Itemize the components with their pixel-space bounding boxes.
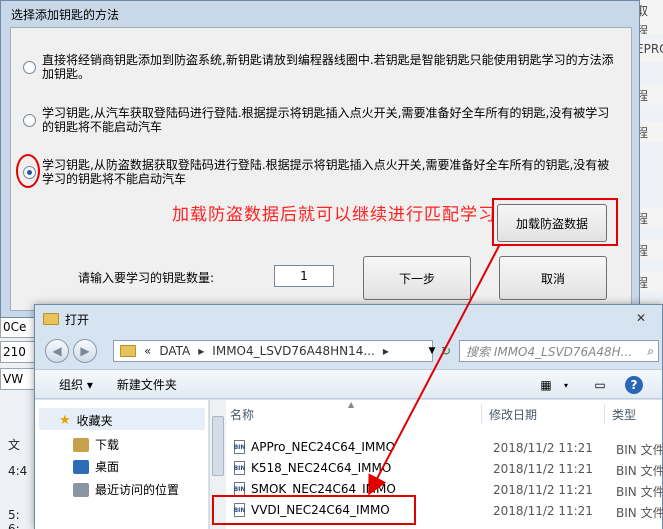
sort-arrow-icon: ▲ bbox=[348, 400, 355, 409]
load-button-highlight bbox=[492, 198, 618, 246]
file-type: BIN 文件 bbox=[616, 506, 663, 520]
radio-button[interactable] bbox=[23, 61, 36, 74]
search-input[interactable]: 搜索 IMMO4_LSVD76A48H... ⌕ bbox=[459, 340, 659, 362]
star-icon: ★ bbox=[59, 413, 71, 428]
option-label: 学习钥匙,从汽车获取登陆码进行登陆.根据提示将钥匙插入点火开关,需要准备好全车所… bbox=[42, 106, 610, 134]
nav-label: 下载 bbox=[95, 438, 120, 452]
annotation-text: 加载防盗数据后就可以继续进行匹配学习 bbox=[172, 205, 496, 225]
nav-downloads[interactable]: 下载 bbox=[73, 436, 119, 453]
scrollbar-thumb[interactable] bbox=[212, 416, 224, 476]
quantity-label: 请输入要学习的钥匙数量: bbox=[78, 271, 215, 285]
file-type: BIN 文件 bbox=[616, 485, 663, 499]
nav-recent[interactable]: 最近访问的位置 bbox=[73, 481, 179, 498]
file-type: BIN 文件 bbox=[616, 464, 663, 478]
help-icon: ? bbox=[625, 376, 643, 394]
bg-text: 5: bbox=[8, 508, 20, 522]
address-bar[interactable]: « DATA ▸ IMMO4_LSVD76A48HN14... ▸ bbox=[113, 340, 433, 362]
bg-text: 4:4 bbox=[8, 464, 28, 478]
dialog-body: 直接将经销商钥匙添加到防盗系统,新钥匙请放到编程器线圈中.若钥匙是智能钥匙只能使… bbox=[10, 27, 632, 311]
nav-desktop[interactable]: 桌面 bbox=[73, 458, 119, 475]
open-dialog-title: 打开 bbox=[65, 312, 90, 327]
file-date: 2018/11/2 11:21 bbox=[493, 441, 593, 455]
breadcrumb-separator: ▸ bbox=[382, 344, 389, 358]
nav-favorites[interactable]: ★ 收藏夹 bbox=[59, 412, 113, 429]
refresh-icon[interactable]: ↻ bbox=[435, 340, 457, 362]
selected-option-highlight bbox=[16, 154, 40, 188]
file-row[interactable]: BIN K518_NEC24C64_IMMO 2018/11/2 11:21 BI… bbox=[234, 459, 663, 479]
breadcrumb-chevron[interactable]: « bbox=[144, 344, 151, 358]
file-date: 2018/11/2 11:21 bbox=[493, 462, 593, 476]
cancel-button[interactable]: 取消 bbox=[499, 256, 607, 300]
folder-icon bbox=[43, 313, 59, 325]
bg-text: 6: bbox=[8, 522, 20, 529]
address-row: ◀ ▶ « DATA ▸ IMMO4_LSVD76A48HN14... ▸ ▼ … bbox=[35, 335, 662, 367]
file-date: 2018/11/2 11:21 bbox=[493, 504, 593, 518]
back-icon[interactable]: ◀ bbox=[45, 339, 69, 363]
view-options-icon[interactable]: ▦ bbox=[535, 375, 557, 395]
view-dropdown-icon[interactable]: ▾ bbox=[555, 375, 577, 395]
search-icon[interactable]: ⌕ bbox=[647, 344, 654, 359]
bg-field: VW bbox=[0, 368, 36, 390]
column-divider[interactable] bbox=[481, 404, 482, 424]
close-button[interactable]: ✕ bbox=[626, 309, 656, 327]
column-name[interactable]: 名称 bbox=[230, 406, 254, 423]
search-placeholder: 搜索 IMMO4_LSVD76A48H... bbox=[466, 344, 633, 359]
bin-file-icon: BIN bbox=[234, 482, 245, 496]
new-folder-button[interactable]: 新建文件夹 bbox=[105, 376, 189, 393]
option-learn-from-car[interactable]: 学习钥匙,从汽车获取登陆码进行登陆.根据提示将钥匙插入点火开关,需要准备好全车所… bbox=[23, 104, 620, 134]
column-date[interactable]: 修改日期 bbox=[489, 406, 537, 423]
bg-field: 210 bbox=[0, 341, 36, 363]
file-date: 2018/11/2 11:21 bbox=[493, 483, 593, 497]
organize-menu[interactable]: 组织 ▾ bbox=[35, 376, 105, 393]
column-divider[interactable] bbox=[604, 404, 605, 424]
next-button[interactable]: 下一步 bbox=[363, 256, 471, 300]
file-name: APPro_NEC24C64_IMMO bbox=[251, 440, 396, 454]
bg-field: 0Ce bbox=[0, 316, 36, 338]
desktop-icon bbox=[73, 459, 89, 474]
option-dealer-key[interactable]: 直接将经销商钥匙添加到防盗系统,新钥匙请放到编程器线圈中.若钥匙是智能钥匙只能使… bbox=[23, 51, 620, 81]
nav-label: 收藏夹 bbox=[76, 414, 113, 428]
nav-label: 最近访问的位置 bbox=[95, 483, 180, 497]
file-row[interactable]: BIN APPro_NEC24C64_IMMO 2018/11/2 11:21 B… bbox=[234, 438, 663, 458]
vvdi-file-highlight bbox=[212, 495, 416, 525]
option-learn-from-immo-data[interactable]: 学习钥匙,从防盗数据获取登陆码进行登陆.根据提示将钥匙插入点火开关,需要准备好全… bbox=[23, 156, 620, 186]
downloads-folder-icon bbox=[73, 437, 89, 452]
breadcrumb-separator: ▸ bbox=[198, 344, 205, 358]
bg-text: 文 bbox=[8, 438, 21, 452]
nav-label: 桌面 bbox=[95, 460, 120, 474]
open-dialog-titlebar: 打开 bbox=[35, 305, 662, 333]
breadcrumb-data[interactable]: DATA bbox=[159, 344, 190, 358]
dialog-title: 选择添加钥匙的方法 bbox=[1, 1, 639, 27]
recent-places-icon bbox=[73, 482, 89, 497]
quantity-input[interactable]: 1 bbox=[274, 265, 334, 287]
navigation-pane: ★ 收藏夹 下载 桌面 最近访问的位置 bbox=[35, 400, 209, 529]
folder-icon bbox=[120, 345, 136, 357]
radio-button[interactable] bbox=[23, 114, 36, 127]
key-method-dialog: 选择添加钥匙的方法 直接将经销商钥匙添加到防盗系统,新钥匙请放到编程器线圈中.若… bbox=[0, 0, 640, 318]
column-type[interactable]: 类型 bbox=[612, 406, 636, 423]
breadcrumb-immo-folder[interactable]: IMMO4_LSVD76A48HN14... bbox=[212, 344, 375, 358]
preview-pane-icon[interactable]: ▭ bbox=[589, 375, 611, 395]
toolbar: 组织 ▾ 新建文件夹 ▦ ▾ ▭ ? bbox=[35, 369, 662, 399]
file-type: BIN 文件 bbox=[616, 443, 663, 457]
help-button[interactable]: ? bbox=[623, 375, 645, 395]
forward-icon[interactable]: ▶ bbox=[73, 339, 97, 363]
option-label: 直接将经销商钥匙添加到防盗系统,新钥匙请放到编程器线圈中.若钥匙是智能钥匙只能使… bbox=[42, 53, 614, 81]
bin-file-icon: BIN bbox=[234, 440, 245, 454]
file-name: SMOK_NEC24C64_IMMO bbox=[251, 482, 396, 496]
file-name: K518_NEC24C64_IMMO bbox=[251, 461, 392, 475]
option-label: 学习钥匙,从防盗数据获取登陆码进行登陆.根据提示将钥匙插入点火开关,需要准备好全… bbox=[42, 158, 610, 186]
bin-file-icon: BIN bbox=[234, 461, 245, 475]
